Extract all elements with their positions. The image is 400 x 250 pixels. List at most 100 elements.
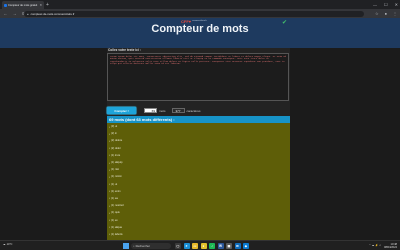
bullet-icon: • <box>109 153 111 158</box>
close-window-button[interactable]: ✕ <box>395 2 398 7</box>
windows-start-icon[interactable] <box>123 243 129 249</box>
search-icon: ⌕ <box>133 244 135 248</box>
cloud-icon: ☁ <box>3 243 6 246</box>
bullet-icon: • <box>109 146 111 151</box>
bookmark-star-icon[interactable]: ☆ <box>375 11 379 16</box>
task-view-app-icon[interactable]: ▢ <box>175 242 181 249</box>
forward-button[interactable]: → <box>12 11 17 16</box>
maximize-button[interactable]: ☐ <box>384 2 388 7</box>
word-frequency: (3) ut <box>111 125 118 129</box>
store-app-icon[interactable]: ▦ <box>226 242 232 249</box>
chrome-app-icon[interactable]: ● <box>200 242 207 249</box>
taskbar: ☁ 14°C ⌕ Rechercher ▢ e ▭ ● ♪ W ▦ ✉ ◆ ⌃ ☁ ⚡ ♫ 10… <box>0 240 400 250</box>
bullet-icon: • <box>109 160 111 165</box>
word-frequency: (1) laboris <box>111 232 123 236</box>
web-page: CFF♥ comment-faire.fr ✔ Compteur de mots… <box>0 18 400 240</box>
clock-date: 08/04/2024 <box>384 245 397 249</box>
page-header: CFF♥ comment-faire.fr ✔ Compteur de mots <box>0 18 400 48</box>
minimize-button[interactable]: — <box>373 2 377 7</box>
bullet-icon: • <box>109 218 111 223</box>
browser-tab-bar: Compteur de mots gratuit en l... ✕ + — ☐… <box>0 0 400 9</box>
word-frequency: (1) ut <box>111 182 118 186</box>
results-header: 69 mots (dont 63 mots différents) : <box>107 116 290 123</box>
address-bar[interactable]: 🔒︎ compteur-de-mots.comment-faire.fr <box>24 10 364 17</box>
bullet-icon: • <box>109 225 111 230</box>
url-text: compteur-de-mots.comment-faire.fr <box>30 11 75 16</box>
word-frequency: (1) enim <box>111 189 121 193</box>
list-item: • (1) ea <box>109 195 290 202</box>
counter-controls: Compter ! 69 mots 377 caractères <box>107 107 290 114</box>
word-frequency: (1) nisi <box>111 168 119 172</box>
bullet-icon: • <box>109 210 111 215</box>
page-title: Compteur de mots <box>151 23 249 35</box>
browser-tab[interactable]: Compteur de mots gratuit en l... ✕ <box>2 1 44 9</box>
list-item: • (2) in <box>109 130 290 137</box>
photos-app-icon[interactable]: ◆ <box>243 242 249 249</box>
word-frequency: (1) aliquip <box>111 161 123 165</box>
bullet-icon: • <box>109 232 111 237</box>
browser-toolbar: ← → ⟳ 🔒︎ compteur-de-mots.comment-faire.… <box>0 9 400 18</box>
list-item: • (3) ut <box>109 123 290 130</box>
char-count-field: 377 <box>171 108 185 113</box>
word-frequency: (2) dolor <box>111 146 121 150</box>
tab-close-icon[interactable]: ✕ <box>39 3 42 7</box>
text-input-area[interactable]: Lorem ipsum dolor sit amet, consectetur … <box>107 53 289 101</box>
list-item: • (1) nostrud <box>109 202 290 209</box>
list-item: • (1) aliquip <box>109 159 290 166</box>
system-tray: ⌃ ☁ ⚡ ♫ 10:48 08/04/2024 <box>369 243 397 249</box>
bullet-icon: • <box>109 203 111 208</box>
clock[interactable]: 10:48 08/04/2024 <box>384 243 397 249</box>
word-frequency: (1) ea <box>111 196 118 200</box>
mail-app-icon[interactable]: ✉ <box>234 242 241 249</box>
bullet-icon: • <box>109 131 111 136</box>
taskbar-search[interactable]: ⌕ Rechercher <box>131 243 171 249</box>
count-button[interactable]: Compter ! <box>107 107 136 114</box>
list-item: • (1) laboris <box>109 231 290 238</box>
new-tab-button[interactable]: + <box>46 2 49 8</box>
word-counter-card: Collez votre texte ici : Lorem ipsum dol… <box>107 48 290 240</box>
list-item: • (1) ex <box>109 216 290 223</box>
edge-app-icon[interactable]: e <box>183 242 190 249</box>
weather-temp: 14°C <box>6 243 13 246</box>
list-item: • (1) ut <box>109 181 290 188</box>
lock-icon: 🔒︎ <box>27 11 29 16</box>
word-frequency: (1) minim <box>111 175 122 179</box>
tray-icons[interactable]: ⌃ ☁ ⚡ ♫ <box>369 244 381 247</box>
word-app-icon[interactable]: W <box>217 242 224 249</box>
explorer-app-icon[interactable]: ▭ <box>192 242 198 249</box>
word-count-field: 69 <box>144 108 157 113</box>
list-item: • (2) dolor <box>109 145 290 152</box>
favicon-icon <box>4 3 7 7</box>
pinned-apps: ▢ e ▭ ● ♪ W ▦ ✉ ◆ <box>175 242 249 249</box>
bullet-icon: • <box>109 124 111 129</box>
back-button[interactable]: ← <box>3 11 8 16</box>
word-frequency: (1) quis <box>111 211 120 215</box>
weather-widget[interactable]: ☁ 14°C <box>3 243 12 246</box>
spotify-app-icon[interactable]: ♪ <box>209 242 215 249</box>
bullet-icon: • <box>109 138 111 143</box>
search-placeholder: Rechercher <box>135 244 151 248</box>
profile-icon[interactable]: ● <box>385 11 387 16</box>
bullet-icon: • <box>109 182 111 187</box>
list-item: • (1) irure <box>109 152 290 159</box>
chars-unit-label: caractères <box>186 108 201 113</box>
words-unit-label: mots <box>159 108 166 113</box>
bullet-icon: • <box>109 196 111 201</box>
toolbar-right: ☆ ● ⋮ <box>375 11 397 16</box>
word-frequency: (1) irure <box>111 153 121 157</box>
list-item: • (1) nisi <box>109 166 290 173</box>
results-list: • (3) ut • (2) in • (2) dolore • (2) dolor • (1) … <box>107 123 290 240</box>
word-frequency: (1) aliqua <box>111 225 122 229</box>
bullet-icon: • <box>109 174 111 179</box>
list-item: • (1) minim <box>109 173 290 180</box>
list-item: • (2) dolore <box>109 137 290 144</box>
word-frequency: (2) in <box>111 132 117 136</box>
word-frequency: (1) nostrud <box>111 204 124 208</box>
bullet-icon: • <box>109 189 111 194</box>
tab-title: Compteur de mots gratuit en l... <box>8 3 38 7</box>
list-item: • (1) quis <box>109 209 290 216</box>
logo-subtitle: comment-faire.fr <box>192 20 207 22</box>
browser-menu-button[interactable]: ⋮ <box>393 11 397 16</box>
word-frequency: (1) ex <box>111 218 118 222</box>
paste-label: Collez votre texte ici : <box>108 48 141 52</box>
